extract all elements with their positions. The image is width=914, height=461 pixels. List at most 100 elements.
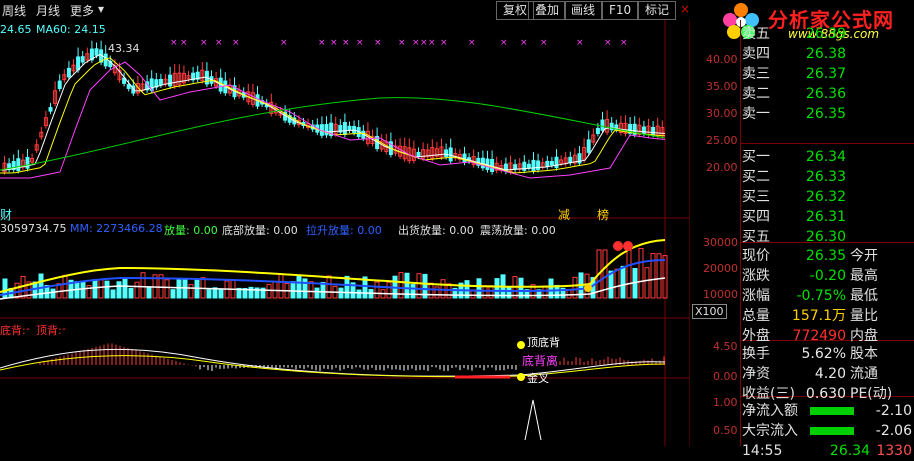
- quote-panel: 卖五 26.39 卖四 26.38 卖三 26.37 卖二 26.36 卖一 26.35 买一 26.…: [740, 20, 914, 459]
- quote-row: 净流入额 -2.10: [740, 401, 914, 421]
- quote-row: 外盘 772490 内盘: [740, 326, 914, 346]
- volume-bar: [278, 273, 284, 299]
- quote-row: 卖二 26.36: [740, 84, 914, 104]
- candle-body: [641, 126, 646, 134]
- quote-label: 卖一: [742, 106, 770, 122]
- quote-value: -0.75%: [796, 288, 846, 304]
- quote-row: 大宗流入 -2.06: [740, 421, 914, 441]
- draw-line-button[interactable]: 画线: [564, 1, 603, 20]
- quote-right-label: 量比: [850, 308, 878, 324]
- candle-body: [651, 126, 656, 135]
- quote-label: 卖二: [742, 86, 770, 102]
- high-price-label: 43.34: [108, 42, 140, 55]
- quote-right-label: 流通: [850, 366, 878, 382]
- signal-x-mark: ×: [398, 38, 406, 48]
- signal-x-mark: ×: [520, 38, 528, 48]
- macd-indicator: [0, 341, 666, 381]
- more-menu[interactable]: 更多: [70, 2, 94, 19]
- quote-right-label: 最低: [850, 288, 878, 304]
- overlay-button[interactable]: 叠加: [528, 1, 567, 20]
- volume-bar: [218, 288, 224, 299]
- quote-row: 涨跌 -0.20 最高: [740, 266, 914, 286]
- candle-body: [595, 127, 600, 134]
- quote-row: 卖四 26.38: [740, 44, 914, 64]
- quote-label: 买一: [742, 149, 770, 165]
- quote-value: 26.32: [805, 189, 846, 205]
- quote-value: 26.30: [805, 229, 846, 245]
- volume-bar: [128, 287, 134, 299]
- volume-unit-button[interactable]: X100: [692, 304, 727, 319]
- price-axis-30: 30.00: [706, 107, 738, 120]
- period-month-tab[interactable]: 月线: [36, 2, 60, 19]
- ma60-readout: MA60: 24.15: [36, 23, 106, 36]
- quote-right-label: 内盘: [850, 328, 878, 344]
- quote-value: 26.36: [805, 86, 846, 102]
- candle-body: [48, 107, 53, 112]
- volume-bar: [206, 289, 212, 299]
- flow-bar: [810, 427, 854, 435]
- signal-x-mark: ×: [576, 38, 584, 48]
- f10-button[interactable]: F10: [602, 1, 639, 20]
- signal-x-mark: ×: [428, 38, 436, 48]
- signal-x-mark: ×: [318, 38, 326, 48]
- mark-button[interactable]: 标记: [638, 1, 677, 20]
- quote-value: 26.31: [805, 209, 846, 225]
- macd-dibei: 底背:: [0, 324, 26, 337]
- quote-value: 26.39: [805, 26, 846, 42]
- quote-value: 26.34: [805, 149, 846, 165]
- candle-body: [347, 125, 352, 131]
- volume-axis-20000: 20000: [703, 262, 738, 275]
- volume-bar: [296, 275, 302, 299]
- candle-body: [536, 160, 541, 171]
- tick-price: 26.34: [829, 443, 870, 459]
- volume-fangliang: 放量: 0.00: [164, 224, 218, 237]
- volume-bar: [146, 286, 152, 299]
- volume-bar: [164, 279, 170, 299]
- quote-value: 26.35: [805, 106, 846, 122]
- volume-readout: 3059734.75: [0, 222, 67, 235]
- quote-label: 大宗流入: [742, 423, 798, 439]
- quote-label: 换手: [742, 346, 770, 362]
- signal-x-mark: ×: [412, 38, 420, 48]
- candle-body: [549, 161, 554, 166]
- quote-value: 4.20: [814, 366, 846, 382]
- quote-value: 26.38: [805, 46, 846, 62]
- signal-x-mark: ×: [342, 38, 350, 48]
- candle-body: [342, 122, 347, 135]
- candle-body: [462, 153, 467, 163]
- signal-x-mark: ×: [280, 38, 288, 48]
- close-icon[interactable]: ×: [680, 2, 690, 16]
- macd-axis-450: 4.50: [713, 340, 738, 353]
- macd-dibei-value: -: [26, 322, 30, 335]
- candle-body: [16, 158, 21, 172]
- quote-label: 现价: [742, 248, 770, 264]
- volume-axis-10000: 10000: [703, 288, 738, 301]
- quote-row: 卖三 26.37: [740, 64, 914, 84]
- quote-right-label: 今开: [850, 248, 878, 264]
- signal-cross-marks: × × × × × × × × × × × × × × × × × × × × × × ×: [170, 38, 628, 48]
- bottom-indicator-spike: [524, 399, 542, 441]
- quote-label: 涨幅: [742, 288, 770, 304]
- signal-x-mark: ×: [468, 38, 476, 48]
- chevron-down-icon[interactable]: ▾: [98, 2, 104, 16]
- volume-bar: [410, 284, 416, 299]
- volume-axis-30000: 30000: [703, 236, 738, 249]
- flow-bar: [810, 407, 854, 415]
- period-week-tab[interactable]: 周线: [2, 2, 26, 19]
- quote-row: 现价 26.35 今开: [740, 246, 914, 266]
- volume-bar: [104, 280, 110, 299]
- quote-row: 买二 26.33: [740, 167, 914, 187]
- signal-x-mark: ×: [620, 38, 628, 48]
- volume-bar: [188, 284, 194, 299]
- quote-label: 净资: [742, 366, 770, 382]
- candle-body: [57, 80, 62, 90]
- quote-label: 外盘: [742, 328, 770, 344]
- signal-x-mark: ×: [356, 38, 364, 48]
- candle-body: [352, 125, 357, 133]
- signal-x-mark: ×: [500, 38, 508, 48]
- volume-bar: [344, 275, 350, 299]
- quote-value: -2.06: [875, 423, 912, 439]
- macd-label-divergence: 底背离: [522, 354, 559, 368]
- volume-dibu: 底部放量: 0.00: [222, 224, 298, 237]
- quote-row: 总量 157.1万 量比: [740, 306, 914, 326]
